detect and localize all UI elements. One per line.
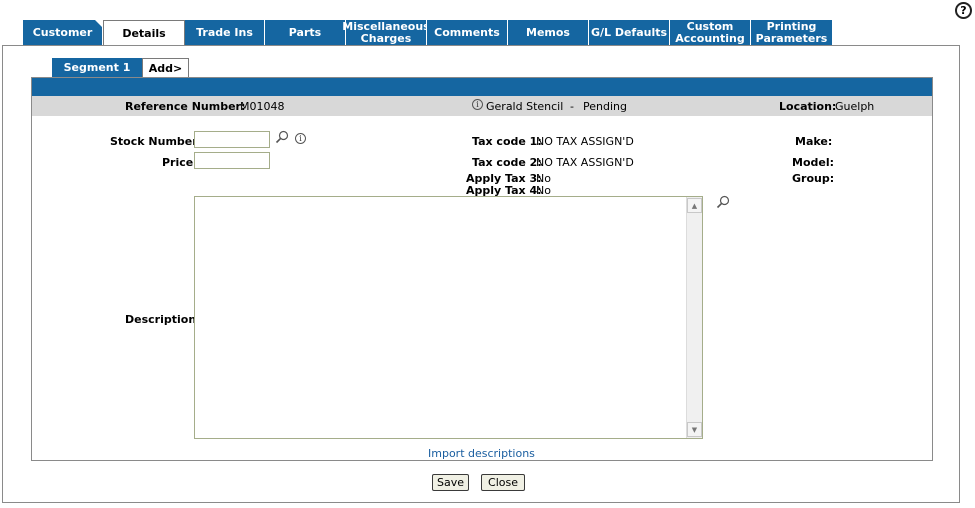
tab-gl-defaults[interactable]: G/L Defaults xyxy=(589,20,670,45)
location-value: Guelph xyxy=(835,100,875,113)
import-descriptions-link[interactable]: Import descriptions xyxy=(428,447,535,460)
stock-number-input[interactable] xyxy=(194,131,270,148)
tab-comments[interactable]: Comments xyxy=(427,20,508,45)
description-scrollbar[interactable]: ▲ ▼ xyxy=(686,197,702,438)
reference-number-value: M01048 xyxy=(240,100,285,113)
tab-customer[interactable]: Customer xyxy=(23,20,103,45)
add-segment-tab[interactable]: Add> xyxy=(142,58,189,77)
tab-parts[interactable]: Parts xyxy=(265,20,346,45)
reference-number-label: Reference Number: xyxy=(125,100,246,113)
customer-info-icon[interactable]: i xyxy=(472,99,483,110)
scroll-up-icon[interactable]: ▲ xyxy=(687,198,702,213)
tab-segment-1[interactable]: Segment 1 xyxy=(52,58,142,77)
customer-name: Gerald Stencil xyxy=(486,100,564,113)
location-label: Location: xyxy=(779,100,837,113)
tab-trade-ins[interactable]: Trade Ins xyxy=(185,20,265,45)
tax-code-1-label: Tax code 1: xyxy=(472,135,542,148)
stock-search-icon[interactable] xyxy=(275,130,289,144)
header-band xyxy=(32,78,932,96)
tab-corner-decoration xyxy=(95,20,103,28)
tax-code-1-value: NO TAX ASSIGN'D xyxy=(536,135,634,148)
description-textarea[interactable]: ▲ ▼ xyxy=(194,196,703,439)
price-input[interactable] xyxy=(194,152,270,169)
tab-custom-accounting[interactable]: Custom Accounting xyxy=(670,20,751,45)
model-label: Model: xyxy=(792,156,835,169)
save-button[interactable]: Save xyxy=(432,474,469,491)
make-label: Make: xyxy=(795,135,833,148)
description-label: Description: xyxy=(125,313,201,326)
tab-printing-parameters[interactable]: Printing Parameters xyxy=(751,20,833,45)
tab-memos[interactable]: Memos xyxy=(508,20,589,45)
status-text: Pending xyxy=(583,100,627,113)
tax-code-2-value: NO TAX ASSIGN'D xyxy=(536,156,634,169)
status-separator: - xyxy=(570,100,574,113)
stock-number-label: Stock Number: xyxy=(110,135,203,148)
close-button[interactable]: Close xyxy=(481,474,525,491)
tab-details[interactable]: Details xyxy=(103,20,185,46)
price-label: Price: xyxy=(162,156,198,169)
tax-code-2-label: Tax code 2: xyxy=(472,156,542,169)
help-icon[interactable]: ? xyxy=(955,2,972,19)
scroll-down-icon[interactable]: ▼ xyxy=(687,422,702,437)
group-label: Group: xyxy=(792,172,835,185)
description-search-icon[interactable] xyxy=(716,195,730,209)
stock-info-icon[interactable]: i xyxy=(295,133,306,144)
tab-miscellaneous-charges[interactable]: Miscellaneous Charges xyxy=(342,20,430,45)
